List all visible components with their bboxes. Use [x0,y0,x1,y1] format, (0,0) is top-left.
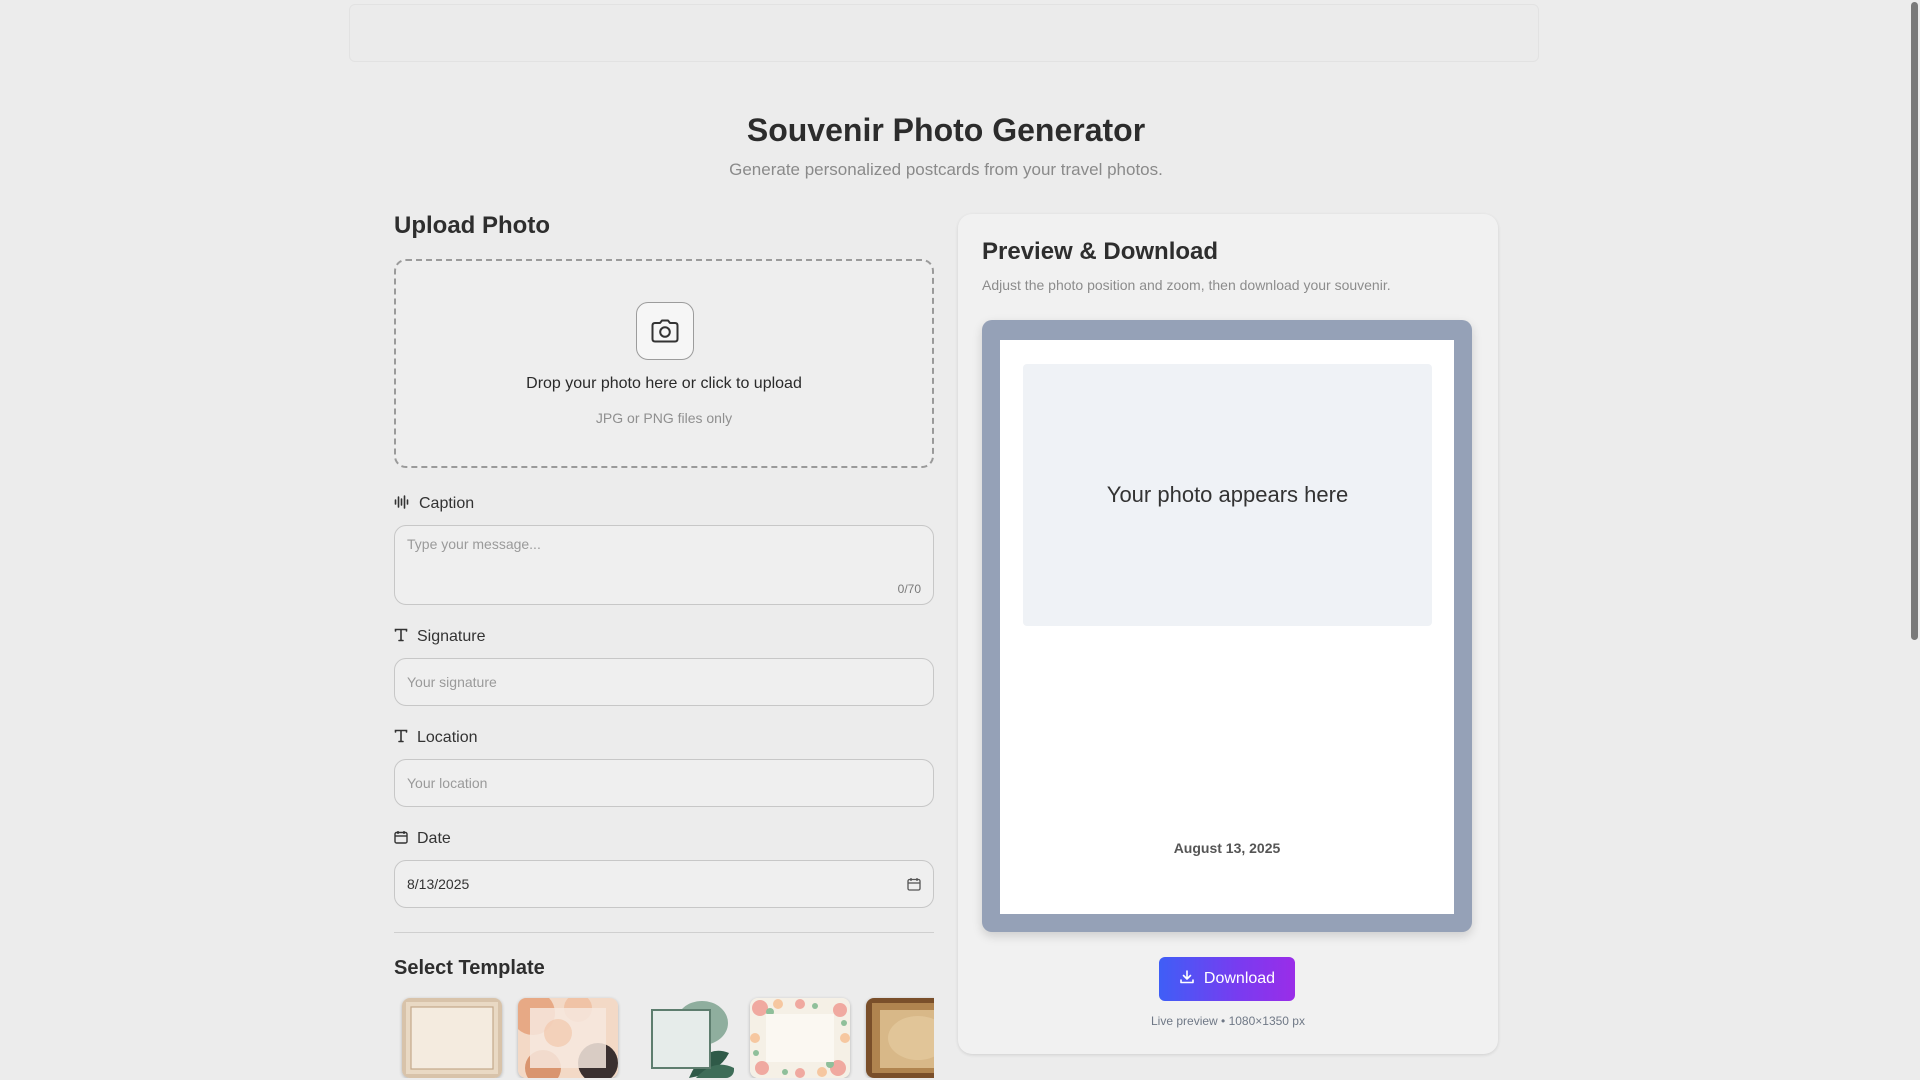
signature-label-text: Signature [417,628,486,645]
audio-lines-icon [394,494,410,514]
photo-dropzone[interactable]: Drop your photo here or click to upload … [394,259,934,468]
date-input[interactable]: 8/13/2025 [394,860,934,908]
preview-subtitle: Adjust the photo position and zoom, then… [982,277,1391,293]
caption-placeholder: Type your message... [407,536,541,552]
date-label-text: Date [417,830,451,847]
download-icon [1179,969,1195,990]
page-title: Souvenir Photo Generator [746,112,1146,148]
camera-icon [636,302,694,360]
location-label: Location [394,728,934,748]
template-list [394,996,934,1078]
location-label-text: Location [417,729,478,746]
postcard-frame: Your photo appears here August 13, 2025 [982,320,1472,932]
location-input[interactable]: Your location [394,759,934,807]
template-thumb-classic-cream[interactable] [402,998,502,1078]
signature-placeholder: Your signature [407,674,497,690]
download-label: Download [1203,970,1276,987]
postcard-date: August 13, 2025 [1173,840,1281,856]
template-thumb-watercolor-abstract[interactable] [518,998,618,1078]
top-bar [349,4,1539,62]
signature-label: Signature [394,627,934,647]
template-thumb-vintage-paper[interactable] [866,998,934,1078]
calendar-picker-icon[interactable] [907,877,921,894]
scrollbar-thumb[interactable] [1911,2,1918,640]
caption-label: Caption [394,494,934,514]
dropzone-hint: JPG or PNG files only [595,410,733,426]
date-value: 8/13/2025 [407,876,470,892]
section-divider [394,932,934,933]
live-preview-note: Live preview • 1080×1350 px [1151,1014,1305,1028]
type-icon [394,729,408,748]
preview-title: Preview & Download [982,238,1219,265]
template-thumb-floral-border[interactable] [750,998,850,1078]
dropzone-title: Drop your photo here or click to upload [526,375,802,392]
photo-placeholder-text: Your photo appears here [1106,482,1349,507]
upload-heading: Upload Photo [394,212,550,239]
page-subtitle: Generate personalized postcards from you… [729,160,1163,179]
caption-label-text: Caption [419,495,475,512]
signature-input[interactable]: Your signature [394,658,934,706]
location-placeholder: Your location [407,775,488,791]
template-thumb-tropical-leaves[interactable] [634,998,734,1078]
template-heading: Select Template [394,957,545,979]
download-button[interactable]: Download [1159,957,1295,1001]
caption-char-counter: 0/70 [897,582,921,596]
calendar-icon [394,830,408,849]
postcard-canvas: Your photo appears here August 13, 2025 [1000,340,1454,914]
photo-preview-area[interactable]: Your photo appears here [1023,364,1432,626]
caption-textarea[interactable]: Type your message... 0/70 [394,525,934,605]
editor-column: Upload Photo Drop your photo here or cli… [394,212,934,1078]
date-label: Date [394,829,934,849]
scrollbar-track[interactable] [1910,0,1920,1080]
type-icon [394,628,408,647]
preview-panel: Preview & Download Adjust the photo posi… [958,214,1498,1054]
